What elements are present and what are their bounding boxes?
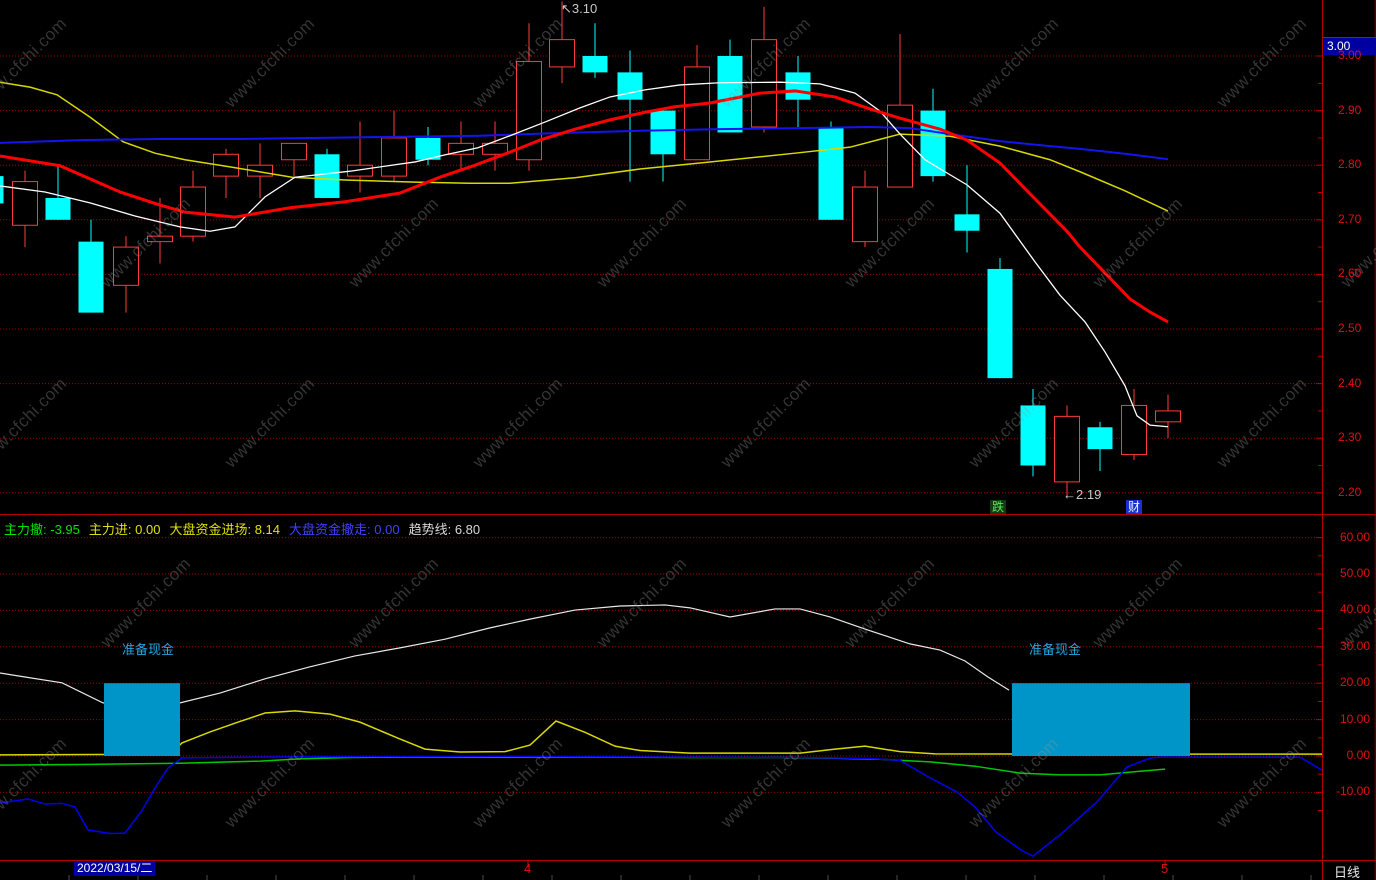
high-price-annotation: ↖3.10	[561, 1, 597, 17]
date-tag: 2022/03/15/二	[74, 861, 156, 876]
price-label: 2.60	[1338, 266, 1362, 281]
signal-label: 准备现金	[122, 642, 175, 657]
price-label: 3.00	[1338, 48, 1362, 62]
trading-chart-window: www.cfchi.com www.cfchi.com www.cfchi.com w…	[0, 0, 1376, 880]
indicator-item: 主力撤: -3.95	[4, 522, 80, 537]
period-selector[interactable]: 日线	[1334, 862, 1360, 880]
indicator-scale-label: 0.00	[1346, 748, 1370, 762]
indicator-value-bar: 主力撤: -3.95 主力进: 0.00 大盘资金进场: 8.14 大盘资金撤走: 0…	[4, 519, 489, 537]
arrow-up-left-icon: ↖	[561, 1, 572, 16]
price-label: 2.40	[1338, 375, 1362, 390]
indicator-scale-label: 50.00	[1339, 566, 1370, 580]
candlestick-panel[interactable]	[0, 0, 1322, 514]
indicator-scale-label: 20.00	[1339, 675, 1370, 690]
signal-label: 准备现金	[1029, 642, 1082, 657]
indicator-item: 大盘资金进场: 8.14	[169, 522, 281, 537]
arrow-left-icon: ←	[1063, 487, 1076, 502]
price-label: 2.70	[1338, 211, 1362, 226]
indicator-scale-label: 60.00	[1339, 529, 1370, 544]
drop-marker-badge: 跌	[990, 500, 1007, 514]
indicator-panel[interactable]	[0, 535, 1322, 860]
price-label: 2.80	[1338, 157, 1362, 172]
month-label: 4	[524, 861, 532, 876]
wealth-marker-badge: 财	[1126, 500, 1143, 514]
indicator-scale-label: 10.00	[1339, 711, 1370, 726]
month-label: 5	[1161, 861, 1169, 876]
price-label: 2.50	[1338, 321, 1362, 335]
indicator-scale-label: -10.00	[1335, 784, 1370, 799]
price-label: 2.30	[1338, 430, 1362, 445]
low-price-value: 2.19	[1076, 487, 1102, 502]
indicator-item: 大盘资金撤走: 0.00	[289, 522, 400, 537]
indicator-scale-label: 40.00	[1339, 602, 1370, 617]
low-price-annotation: ←2.19	[1063, 487, 1101, 502]
indicator-item: 主力进: 0.00	[88, 522, 161, 537]
price-label: 2.90	[1338, 102, 1362, 117]
indicator-item: 趋势线: 6.80	[408, 522, 481, 537]
price-label: 2.20	[1338, 484, 1362, 499]
indicator-scale-label: 30.00	[1339, 638, 1370, 653]
high-price-value: 3.10	[571, 1, 598, 16]
